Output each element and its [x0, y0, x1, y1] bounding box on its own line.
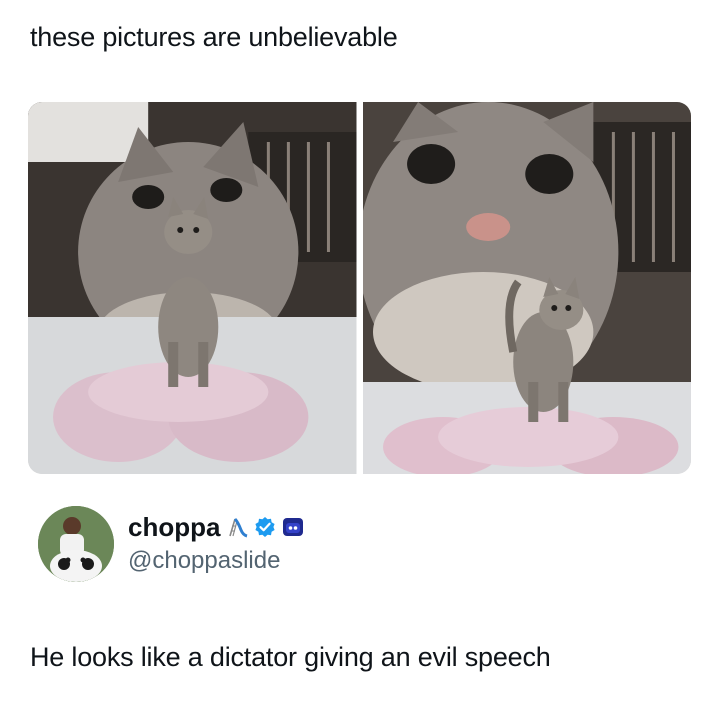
tweet-text: He looks like a dictator giving an evil … — [30, 642, 551, 672]
tweet-author[interactable]: choppa @choppaslide — [38, 506, 304, 582]
slide-emoji-icon — [226, 516, 248, 538]
photo-left[interactable] — [28, 102, 357, 474]
author-handle[interactable]: @choppaslide — [128, 547, 304, 575]
photo-grid[interactable] — [28, 102, 691, 474]
author-display-name[interactable]: choppa — [128, 512, 220, 543]
photo-right-image — [362, 102, 691, 474]
blue-robot-emoji-icon — [282, 516, 304, 538]
avatar[interactable] — [38, 506, 114, 582]
meme-caption: these pictures are unbelievable — [30, 22, 398, 52]
photo-left-image — [28, 102, 357, 474]
photo-right[interactable] — [362, 102, 691, 474]
verified-badge-icon[interactable] — [254, 516, 276, 538]
avatar-image — [38, 506, 114, 582]
